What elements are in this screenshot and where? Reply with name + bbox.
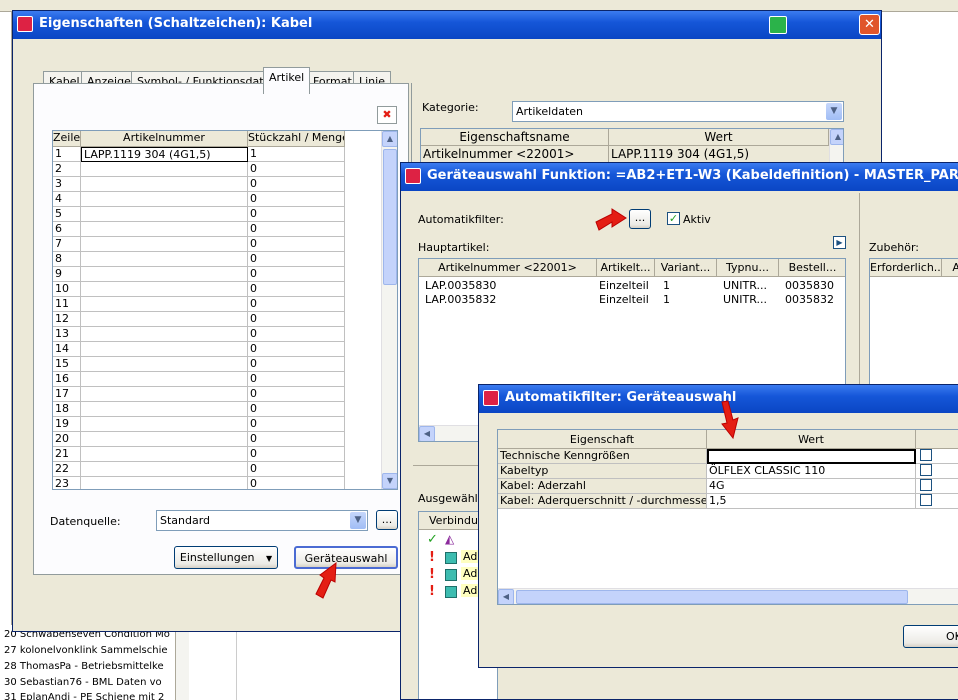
arrow-icon — [595, 208, 627, 231]
annotation-arrows — [315, 208, 739, 599]
arrow-icon — [721, 400, 739, 440]
arrow-icon — [315, 561, 337, 599]
tab-artikel[interactable]: Artikel — [263, 67, 311, 94]
